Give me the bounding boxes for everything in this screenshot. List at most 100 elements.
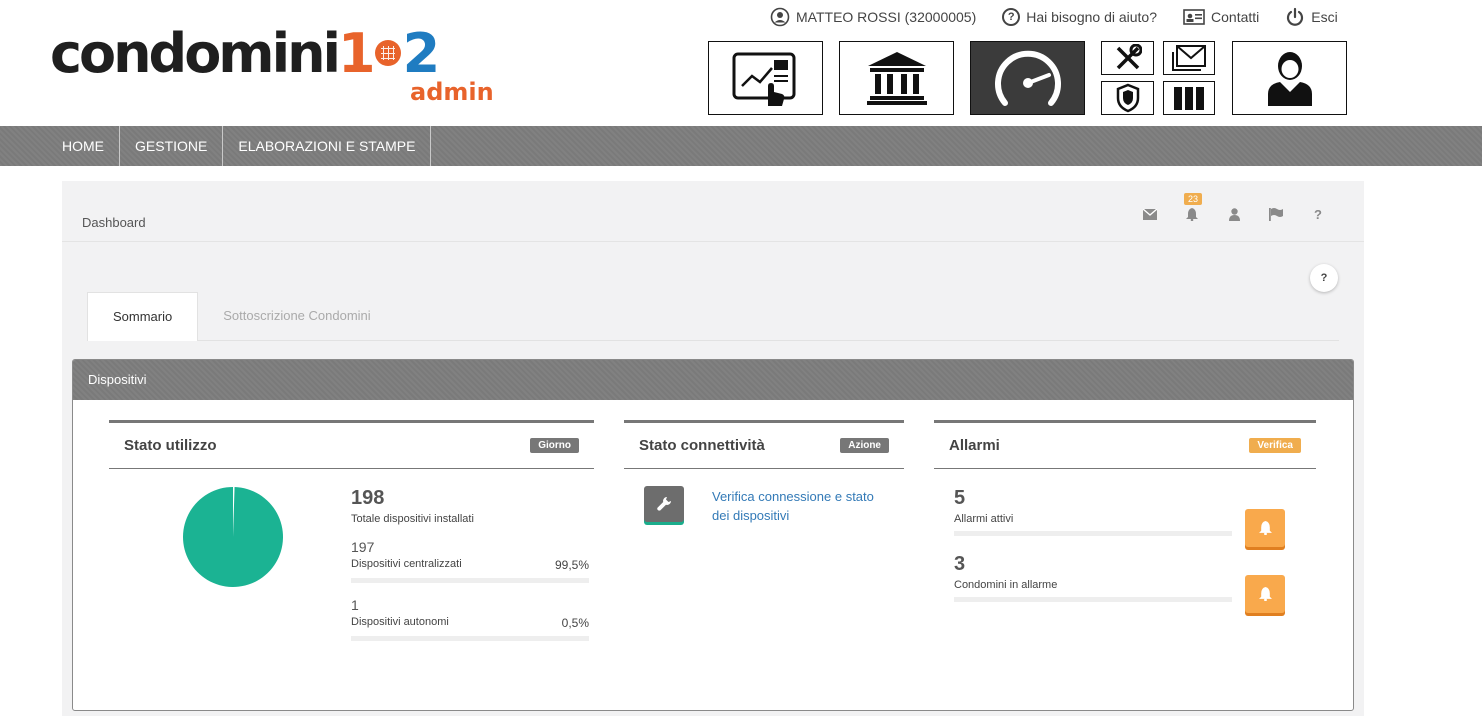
shield-icon bbox=[1116, 83, 1139, 113]
total-devices-label: Totale dispositivi installati bbox=[351, 513, 474, 525]
autonomous-devices-pct: 0,5% bbox=[561, 616, 589, 630]
dashboard-content: Dashboard 23 ? ? Sommario Sottoscrizione… bbox=[62, 181, 1364, 716]
dashboard-touch-icon bbox=[732, 52, 795, 106]
centralized-devices-value: 197 bbox=[351, 539, 375, 555]
alarms-card-header: Allarmi Verifica bbox=[934, 423, 1316, 469]
messages-button[interactable] bbox=[1140, 205, 1160, 223]
usage-card-header: Stato utilizzo Giorno bbox=[109, 423, 594, 469]
centralized-progress-bar bbox=[351, 578, 589, 583]
main-navbar: HOME GESTIONE ELABORAZIONI E STAMPE bbox=[0, 126, 1482, 166]
condos-alarm-value: 3 bbox=[954, 553, 966, 575]
connectivity-card-title: Stato connettività bbox=[639, 437, 765, 454]
person-icon bbox=[1228, 207, 1240, 221]
mail-icon bbox=[1172, 45, 1206, 71]
content-header: Dashboard 23 ? bbox=[62, 181, 1364, 242]
bank-icon bbox=[866, 52, 927, 105]
connectivity-body: Verifica connessione e stato dei disposi… bbox=[624, 469, 904, 589]
verify-connection-button[interactable] bbox=[644, 486, 684, 522]
nav-elaborazioni[interactable]: ELABORAZIONI E STAMPE bbox=[223, 126, 432, 166]
tab-sottoscrizione-condomini[interactable]: Sottoscrizione Condomini bbox=[198, 292, 395, 340]
active-alarms-value: 5 bbox=[954, 487, 966, 509]
header-help-button[interactable]: ? bbox=[1308, 205, 1328, 223]
bell-icon bbox=[1186, 207, 1198, 221]
active-alarms-block: 5 Allarmi attivi bbox=[954, 487, 1232, 536]
usage-period-label: Giorno bbox=[530, 438, 579, 453]
power-icon bbox=[1287, 7, 1304, 26]
condos-alarm-label: Condomini in allarme bbox=[954, 579, 1058, 591]
app-security-button[interactable] bbox=[1101, 81, 1154, 115]
app-mail-button[interactable] bbox=[1163, 41, 1215, 75]
app-binders-button[interactable] bbox=[1163, 81, 1215, 115]
usage-pie-chart bbox=[183, 487, 283, 587]
autonomous-row: Dispositivi autonomi 0,5% bbox=[351, 616, 589, 630]
total-devices-value: 198 bbox=[351, 487, 385, 509]
connectivity-card-header: Stato connettività Azione bbox=[624, 423, 904, 469]
active-alarms-label: Allarmi attivi bbox=[954, 513, 1014, 525]
usage-card-title: Stato utilizzo bbox=[124, 437, 217, 454]
alarms-body: 5 Allarmi attivi 3 Condomini in allarme bbox=[934, 469, 1316, 649]
flag-button[interactable] bbox=[1266, 205, 1286, 223]
app-bank-button[interactable] bbox=[839, 41, 954, 115]
user-icon bbox=[1267, 52, 1312, 106]
logo-subtitle: admin bbox=[410, 78, 494, 106]
logo-grid-icon bbox=[374, 40, 401, 67]
centralized-devices-pct: 99,5% bbox=[554, 558, 589, 572]
alarms-card: Allarmi Verifica 5 Allarmi attivi 3 Cond… bbox=[934, 420, 1316, 680]
speedometer-icon bbox=[994, 50, 1061, 106]
active-alarms-bar bbox=[954, 531, 1232, 536]
app-user-button[interactable] bbox=[1232, 41, 1347, 115]
nav-home[interactable]: HOME bbox=[47, 126, 120, 166]
app-tools-button[interactable] bbox=[1101, 41, 1154, 75]
usage-stats: 198 Totale dispositivi installati 197 Di… bbox=[351, 487, 589, 641]
connectivity-action-label: Azione bbox=[840, 438, 889, 453]
logout-link[interactable]: Esci bbox=[1285, 6, 1338, 28]
nav-gestione[interactable]: GESTIONE bbox=[120, 126, 224, 166]
user-name: MATTEO ROSSI (32000005) bbox=[796, 9, 977, 25]
centralized-row: Dispositivi centralizzati 99,5% bbox=[351, 558, 589, 572]
help-link[interactable]: ? Hai bisogno di aiuto? bbox=[1002, 6, 1157, 28]
condos-alarm-block: 3 Condomini in allarme bbox=[954, 553, 1232, 602]
profile-button[interactable] bbox=[1224, 205, 1244, 223]
page-help-button[interactable]: ? bbox=[1310, 264, 1338, 292]
connectivity-card: Stato connettività Azione Verifica conne… bbox=[624, 420, 904, 680]
contacts-link[interactable]: Contatti bbox=[1183, 6, 1259, 28]
autonomous-progress-bar bbox=[351, 636, 589, 641]
header-icon-bar: 23 ? bbox=[1140, 193, 1328, 223]
alarms-verify-label[interactable]: Verifica bbox=[1249, 438, 1301, 453]
autonomous-devices-value: 1 bbox=[351, 597, 359, 613]
notifications-button[interactable]: 23 bbox=[1182, 193, 1203, 223]
bell-icon bbox=[1258, 521, 1272, 535]
app-speedometer-button[interactable] bbox=[970, 41, 1085, 115]
flag-icon bbox=[1269, 207, 1283, 221]
logout-label: Esci bbox=[1311, 9, 1338, 25]
user-account-link[interactable]: MATTEO ROSSI (32000005) bbox=[770, 6, 976, 28]
tab-sommario[interactable]: Sommario bbox=[87, 292, 199, 341]
app-dashboard-button[interactable] bbox=[708, 41, 823, 115]
devices-panel: Dispositivi Stato utilizzo Giorno 198 To… bbox=[72, 359, 1354, 711]
binders-icon bbox=[1174, 87, 1204, 110]
logo-wordmark: condomini1 2 bbox=[50, 22, 440, 85]
usage-card: Stato utilizzo Giorno 198 Totale disposi… bbox=[109, 420, 594, 680]
contacts-label: Contatti bbox=[1211, 9, 1260, 25]
help-label: Hai bisogno di aiuto? bbox=[1026, 9, 1158, 25]
active-alarms-button[interactable] bbox=[1245, 509, 1285, 547]
dashboard-tabs: Sommario Sottoscrizione Condomini bbox=[87, 292, 1339, 341]
verify-connection-link[interactable]: Verifica connessione e stato dei disposi… bbox=[712, 487, 892, 525]
envelope-icon bbox=[1143, 208, 1157, 220]
pie-slice-centralized bbox=[183, 487, 283, 587]
notifications-badge: 23 bbox=[1184, 193, 1203, 205]
app-header: condomini1 2 admin MATTEO ROSSI (32000005… bbox=[0, 0, 1482, 126]
panel-title: Dispositivi bbox=[73, 360, 1353, 400]
user-circle-icon bbox=[770, 7, 790, 27]
condos-alarm-button[interactable] bbox=[1245, 575, 1285, 613]
wrench-icon bbox=[657, 497, 671, 511]
alarms-card-title: Allarmi bbox=[949, 437, 1000, 454]
centralized-devices-label: Dispositivi centralizzati bbox=[351, 558, 462, 570]
bell-icon bbox=[1258, 587, 1272, 601]
breadcrumb: Dashboard bbox=[82, 215, 146, 230]
autonomous-devices-label: Dispositivi autonomi bbox=[351, 616, 449, 628]
top-user-bar: MATTEO ROSSI (32000005) ? Hai bisogno di… bbox=[770, 6, 1338, 28]
brand-logo[interactable]: condomini1 2 admin bbox=[50, 24, 510, 110]
tools-icon bbox=[1116, 44, 1142, 70]
condos-alarm-bar bbox=[954, 597, 1232, 602]
